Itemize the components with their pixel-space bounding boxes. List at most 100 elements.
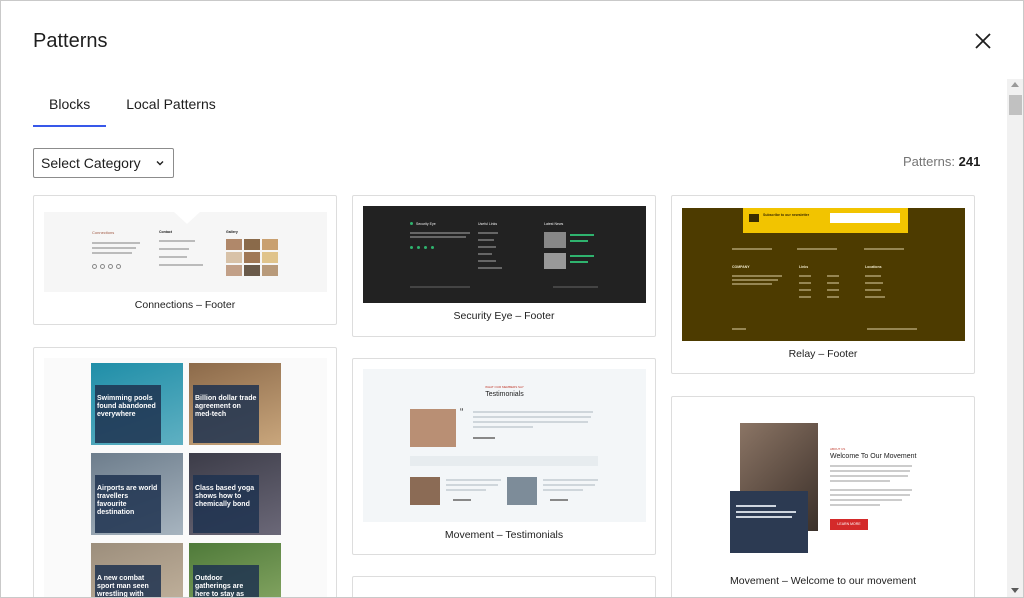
news-image [544,232,566,248]
tab-local-patterns[interactable]: Local Patterns [126,91,216,127]
pattern-card-security-eye-footer[interactable]: Security Eye Useful Links Latest News Se… [352,195,656,337]
social-icon [92,264,97,269]
scroll-thumb[interactable] [1009,95,1022,115]
preview-line [478,267,502,269]
divider-band [410,456,598,466]
preview-line [736,516,792,518]
close-button[interactable] [969,27,997,55]
preview-line [867,328,917,330]
gallery-image [262,239,278,250]
preview-line [827,296,839,298]
preview-line [865,289,881,291]
preview-line [543,484,595,486]
preview-eyebrow: WHAT OUR MEMBERS SAY [485,385,524,389]
preview-line [799,289,811,291]
pattern-card-partial[interactable] [352,576,656,597]
newsletter-input [830,213,900,223]
tile-caption: A new combat sport man seen wrestling wi… [95,565,161,598]
preview-line [446,489,486,491]
pattern-preview: ABOUT US Welcome To Our Movement LEARN M… [682,407,965,567]
preview-line [830,489,912,491]
pattern-card-relay-footer[interactable]: Subscribe to our newsletter COMPANY Link… [671,195,975,374]
preview-line [865,282,883,284]
social-icon [108,264,113,269]
pattern-preview: Connections Contact Gallery [44,212,327,292]
preview-locations: Locations [865,265,882,269]
pattern-title: Movement – Testimonials [444,529,564,541]
quote-icon: “ [460,407,464,418]
preview-line [732,328,746,330]
tab-blocks[interactable]: Blocks [33,91,107,127]
learn-more-label: LEARN MORE [837,522,861,526]
gallery-image [262,252,278,263]
preview-line [570,234,594,236]
preview-line [410,236,466,238]
tile-caption: Outdoor gatherings are here to stay as c… [193,565,259,597]
pattern-card-movement-welcome[interactable]: ABOUT US Welcome To Our Movement LEARN M… [671,396,975,597]
preview-line [732,283,772,285]
tile-headline: A new combat sport man seen wrestling wi… [97,575,149,598]
preview-line [478,246,496,248]
preview-line [446,484,498,486]
pattern-card-news-grid[interactable]: Swimming pools found abandoned everywher… [33,347,337,598]
preview-line [550,499,568,501]
tile-headline: Billion dollar trade agreement on med-te… [195,395,257,418]
preview-line [799,275,811,277]
preview-line [827,289,839,291]
pattern-title: Security Eye – Footer [453,310,555,322]
preview-heading: Testimonials [485,391,524,398]
preview-line [830,480,890,482]
preview-line [570,255,594,257]
preview-line [830,475,908,477]
pattern-title: Movement – Welcome to our movement [730,575,916,587]
preview-line [865,275,881,277]
preview-line [410,286,470,288]
tile-caption: Billion dollar trade agreement on med-te… [193,385,259,443]
preview-line [543,479,598,481]
social-icon [116,264,121,269]
category-select[interactable]: Select Category [33,148,174,178]
preview-line [799,282,811,284]
preview-line [473,421,588,423]
tab-bar: Blocks Local Patterns [33,91,250,129]
preview-heading: Welcome To Our Movement [830,453,917,460]
info-box [730,491,808,553]
category-select-value: Select Category [41,155,141,171]
avatar [410,477,440,505]
gallery-image [244,239,260,250]
scroll-up-arrow-icon[interactable] [1011,82,1019,87]
preview-useful-links: Useful Links [478,222,498,226]
learn-more-button: LEARN MORE [830,519,868,530]
scrollbar[interactable] [1007,79,1023,597]
preview-heading: Connections [92,230,115,235]
tile-caption: Class based yoga shows how to chemically… [193,475,259,533]
news-tile: Swimming pools found abandoned everywher… [91,363,183,445]
preview-company: COMPANY [732,265,750,269]
mail-icon [749,214,759,222]
preview-line [830,470,910,472]
social-icon [410,246,413,249]
preview-line [478,239,494,241]
preview-line [799,296,811,298]
close-icon [975,33,991,49]
tile-headline: Swimming pools found abandoned everywher… [97,395,156,418]
gallery-image [226,265,242,276]
news-tile: Class based yoga shows how to chemically… [189,453,281,535]
chevron-down-icon [156,161,164,166]
social-icon [417,246,420,249]
preview-line [830,504,880,506]
preview-brand: Security Eye [416,222,436,226]
news-tile: Outdoor gatherings are here to stay as c… [189,543,281,597]
gallery-image [262,265,278,276]
newsletter-text: Subscribe to our newsletter [763,213,810,217]
tile-headline: Airports are world travellers favourite … [97,485,158,516]
avatar [410,409,456,447]
scroll-down-arrow-icon[interactable] [1011,588,1019,593]
preview-line [159,248,189,250]
pattern-card-movement-testimonials[interactable]: WHAT OUR MEMBERS SAY Testimonials “ Move… [352,358,656,555]
preview-line [865,296,885,298]
preview-line [478,253,492,255]
preview-latest-news: Latest News [544,222,564,226]
preview-line [864,248,904,250]
pattern-card-connections-footer[interactable]: Connections Contact Gallery Connections [33,195,337,325]
